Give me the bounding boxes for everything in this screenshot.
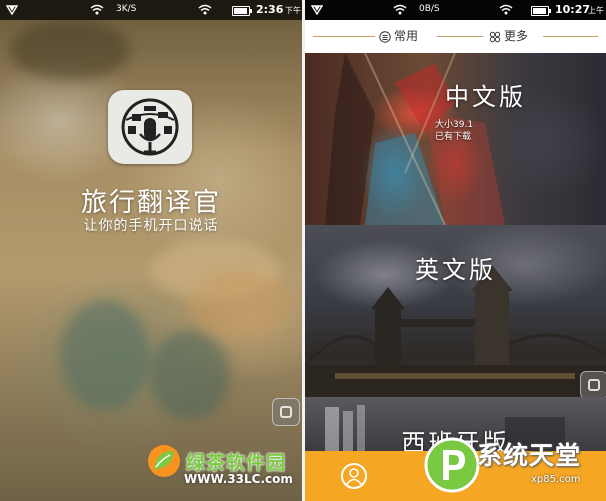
floating-assist-button[interactable] xyxy=(272,398,300,426)
tab-common-label: 常用 xyxy=(394,29,419,43)
app-slogan: 让你的手机开口说话 xyxy=(83,218,219,234)
clock-ampm: 上午 xyxy=(588,6,604,15)
user-profile-icon[interactable] xyxy=(341,463,367,489)
network-speed: 3K/S xyxy=(116,4,137,14)
status-bar: 3K/S 2:36 下午 xyxy=(0,0,302,20)
list-circle-icon xyxy=(379,30,391,43)
app-title: 旅行翻译官 xyxy=(80,188,221,218)
language-title: 英文版 xyxy=(415,256,496,284)
status-bar: 0B/S 10:27 上午 xyxy=(305,0,606,20)
watermark-name: 系统天堂 xyxy=(477,441,582,470)
background-blur xyxy=(150,330,230,420)
network-speed: 0B/S xyxy=(419,4,440,14)
wifi-icon xyxy=(198,4,212,15)
grid-icon xyxy=(489,31,501,42)
tab-more[interactable]: 更多 xyxy=(489,28,528,44)
wifi-icon xyxy=(90,4,104,15)
app-logo xyxy=(108,90,192,164)
watermark-name: 绿茶软件园 xyxy=(186,452,287,474)
translator-globe-mic-icon xyxy=(121,98,179,156)
background-blur xyxy=(10,20,130,80)
language-downloads: 已有下载 xyxy=(435,132,472,142)
clock-ampm: 下午 xyxy=(285,6,301,15)
notification-icon xyxy=(311,5,323,15)
wifi-icon xyxy=(499,4,513,15)
clock-time: 10:27 xyxy=(555,3,591,16)
wifi-icon xyxy=(393,4,407,15)
tab-divider xyxy=(313,36,375,37)
tab-common[interactable]: 常用 xyxy=(379,28,418,44)
tab-divider xyxy=(437,36,483,37)
splash-screen: 3K/S 2:36 下午 旅行翻译官 让你的手机开口说话 绿茶软件园 WWW.3… xyxy=(0,0,302,501)
battery-icon xyxy=(531,6,551,16)
watermark-url: WWW.33LC.com xyxy=(184,472,293,486)
language-card-english[interactable]: 英文版 xyxy=(305,225,606,397)
language-title: 中文版 xyxy=(445,83,526,111)
watermark-p-logo xyxy=(424,437,480,493)
language-card-chinese[interactable]: 中文版 大小39.1 已有下载 xyxy=(305,53,606,225)
floating-assist-button[interactable] xyxy=(580,371,606,397)
watermark-leaf-logo xyxy=(148,445,180,477)
clock-time: 2:36 xyxy=(256,3,284,16)
tab-more-label: 更多 xyxy=(504,29,529,43)
watermark-url: xp85.com xyxy=(531,474,581,485)
notification-icon xyxy=(6,5,18,15)
background-blur xyxy=(190,270,290,340)
tab-bar: 常用 更多 xyxy=(305,20,606,53)
battery-icon xyxy=(232,6,252,16)
language-list-screen: 0B/S 10:27 上午 常用 更多 中文版 大小39.1 已有下载 英文版 … xyxy=(305,0,606,501)
tab-divider xyxy=(543,36,598,37)
background-blur xyxy=(60,300,150,410)
